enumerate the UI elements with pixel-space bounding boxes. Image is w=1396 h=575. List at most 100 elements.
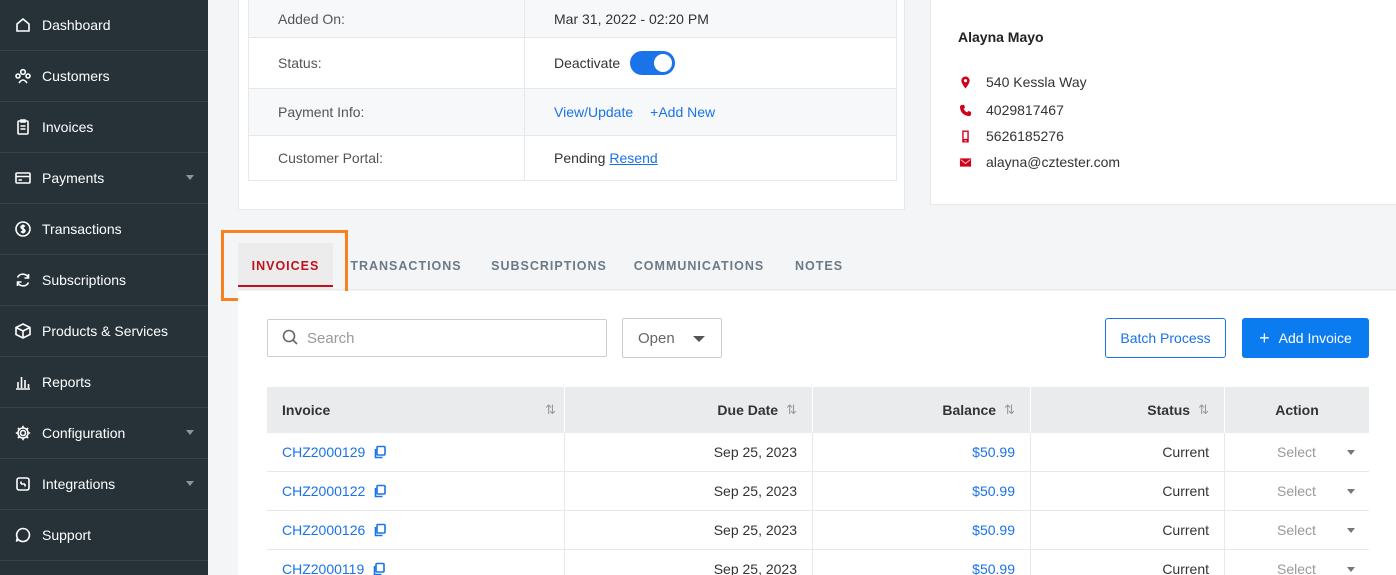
mobile-phone-icon [958, 129, 972, 143]
sidebar-item-label: Products & Services [42, 323, 169, 339]
status-cell: Current [1031, 511, 1225, 549]
sidebar-item-label: Integrations [42, 476, 116, 492]
action-select[interactable]: Select [1225, 444, 1369, 460]
contact-phone-row: 4029817467 [958, 102, 1064, 118]
action-select[interactable]: Select [1225, 483, 1369, 499]
balance-link[interactable]: $50.99 [972, 444, 1015, 460]
action-select-value: Select [1277, 561, 1316, 575]
due-date-cell: Sep 25, 2023 [565, 550, 813, 575]
sort-icon[interactable]: ⇅ [786, 402, 797, 418]
envelope-icon [958, 155, 972, 169]
due-date-cell: Sep 25, 2023 [565, 511, 813, 549]
col-label: Due Date [717, 402, 779, 418]
invoices-panel: Open Batch Process + Add Invoice Invoice… [238, 291, 1396, 575]
copy-icon[interactable] [373, 523, 387, 537]
sidebar-item-integrations[interactable]: Integrations [0, 459, 208, 510]
copy-icon[interactable] [373, 484, 387, 498]
balance-link[interactable]: $50.99 [972, 483, 1015, 499]
invoice-link[interactable]: CHZ2000126 [282, 522, 365, 538]
status-row: Status: Deactivate [248, 38, 897, 89]
resend-link[interactable]: Resend [609, 150, 657, 166]
status-cell: Current [1031, 472, 1225, 510]
sidebar-item-configuration[interactable]: Configuration [0, 408, 208, 459]
sort-icon[interactable]: ⇅ [1198, 402, 1209, 418]
sidebar-item-invoices[interactable]: Invoices [0, 102, 208, 153]
chevron-down-icon [186, 430, 194, 435]
table-row: CHZ2000126 Sep 25, 2023 $50.99 Current S… [267, 511, 1369, 550]
sidebar-item-customers[interactable]: Customers [0, 51, 208, 102]
copy-icon[interactable] [372, 562, 386, 575]
tab-bar: INVOICES TRANSACTIONS SUBSCRIPTIONS COMM… [238, 243, 1396, 290]
sidebar-item-payments[interactable]: Payments [0, 153, 208, 204]
sidebar-item-products-services[interactable]: Products & Services [0, 306, 208, 357]
col-header-due-date[interactable]: Due Date ⇅ [565, 387, 813, 433]
table-row: CHZ2000119 Sep 25, 2023 $50.99 Current S… [267, 550, 1369, 575]
tab-invoices[interactable]: INVOICES [238, 243, 333, 289]
sidebar-item-reports[interactable]: Reports [0, 357, 208, 408]
col-header-status[interactable]: Status ⇅ [1031, 387, 1225, 433]
phone-icon [958, 103, 972, 117]
caret-down-icon [1347, 488, 1355, 494]
tab-subscriptions[interactable]: SUBSCRIPTIONS [491, 243, 606, 289]
sidebar-item-transactions[interactable]: Transactions [0, 204, 208, 255]
sidebar: Dashboard Customers Invoices Payments Tr… [0, 0, 208, 575]
status-value: Deactivate [554, 55, 621, 71]
box-icon [14, 322, 32, 340]
sidebar-item-dashboard[interactable]: Dashboard [0, 0, 208, 51]
action-select-value: Select [1277, 522, 1316, 538]
contact-mobile-row: 5626185276 [958, 128, 1064, 144]
contact-mobile: 5626185276 [986, 128, 1064, 144]
action-select[interactable]: Select [1225, 522, 1369, 538]
dollar-circle-icon [14, 220, 32, 238]
status-cell: Current [1031, 550, 1225, 575]
home-icon [14, 16, 32, 34]
contact-email: alayna@cztester.com [986, 154, 1121, 170]
chevron-down-icon [186, 175, 194, 180]
status-filter-value: Open [638, 329, 675, 347]
added-on-value: Mar 31, 2022 - 02:20 PM [554, 10, 709, 27]
sidebar-item-label: Invoices [42, 119, 94, 135]
customer-portal-label: Customer Portal: [249, 136, 525, 180]
tab-communications[interactable]: COMMUNICATIONS [634, 243, 763, 289]
caret-down-icon [1347, 566, 1355, 572]
sidebar-item-label: Subscriptions [42, 272, 127, 288]
caret-down-icon [1347, 449, 1355, 455]
batch-process-button[interactable]: Batch Process [1105, 318, 1226, 358]
status-filter-dropdown[interactable]: Open [622, 318, 722, 358]
balance-link[interactable]: $50.99 [972, 522, 1015, 538]
col-header-balance[interactable]: Balance ⇅ [813, 387, 1031, 433]
chevron-down-icon [186, 481, 194, 486]
status-toggle[interactable] [630, 51, 676, 75]
caret-down-icon [1347, 527, 1355, 533]
view-update-link[interactable]: View/Update [554, 104, 633, 120]
contact-email-row: alayna@cztester.com [958, 154, 1120, 170]
invoice-link[interactable]: CHZ2000129 [282, 444, 365, 460]
chat-icon [14, 526, 32, 544]
search-input[interactable] [307, 329, 587, 347]
col-header-invoice[interactable]: Invoice ⇅ [267, 387, 565, 433]
invoices-table: Invoice ⇅ Due Date ⇅ Balance ⇅ Status ⇅ … [267, 387, 1369, 575]
tab-notes[interactable]: NOTES [795, 243, 842, 289]
sidebar-item-support[interactable]: Support [0, 510, 208, 561]
action-select[interactable]: Select [1225, 561, 1369, 575]
tab-transactions[interactable]: TRANSACTIONS [350, 243, 460, 289]
caret-down-icon [693, 336, 705, 342]
copy-icon[interactable] [373, 445, 387, 459]
sort-icon[interactable]: ⇅ [1004, 402, 1015, 418]
add-invoice-button[interactable]: + Add Invoice [1242, 318, 1369, 358]
table-header: Invoice ⇅ Due Date ⇅ Balance ⇅ Status ⇅ … [267, 387, 1369, 433]
customer-portal-row: Customer Portal: Pending Resend [248, 136, 897, 181]
col-label: Invoice [282, 402, 331, 418]
status-label: Status: [249, 38, 525, 88]
col-label: Balance [942, 402, 997, 418]
action-select-value: Select [1277, 444, 1316, 460]
add-new-payment-link[interactable]: +Add New [650, 104, 715, 120]
balance-link[interactable]: $50.99 [972, 561, 1015, 575]
sort-icon[interactable]: ⇅ [545, 402, 556, 418]
sidebar-item-subscriptions[interactable]: Subscriptions [0, 255, 208, 306]
invoice-link[interactable]: CHZ2000119 [282, 561, 364, 575]
sidebar-item-label: Support [42, 527, 92, 543]
search-box [267, 319, 607, 357]
invoice-link[interactable]: CHZ2000122 [282, 483, 365, 499]
col-header-action: Action [1225, 387, 1369, 433]
